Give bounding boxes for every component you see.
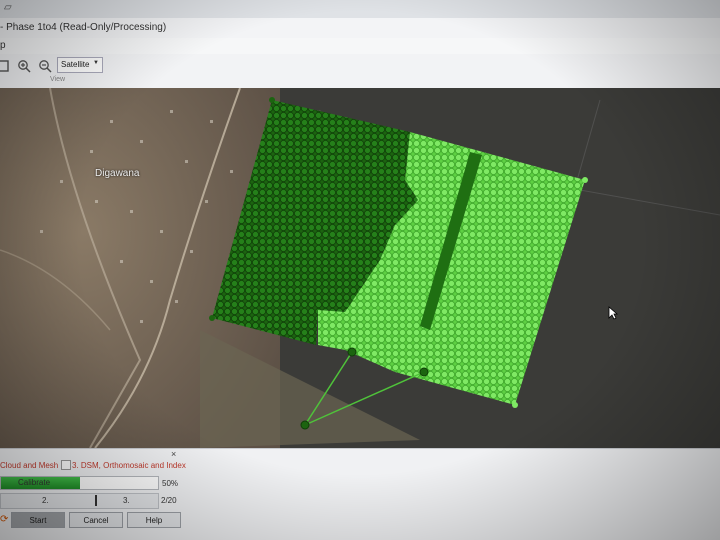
map-type-select[interactable]: Satellite ▼	[57, 57, 103, 73]
toolbar-square-icon[interactable]	[0, 57, 12, 75]
substep-count: 2/20	[161, 496, 177, 505]
substep-indicator: 2. 3.	[0, 493, 159, 509]
close-icon[interactable]: ×	[171, 449, 176, 459]
progress-bar: Calibrate	[0, 476, 159, 490]
window-title: - Phase 1to4 (Read-Only/Processing)	[0, 22, 167, 33]
progress-label: Calibrate	[18, 478, 51, 487]
step3-label: 3. DSM, Orthomosaic and Index	[72, 461, 186, 470]
map-view[interactable]	[0, 88, 720, 448]
chevron-down-icon: ▼	[93, 60, 99, 66]
pix4d-window: ▱ - Phase 1to4 (Read-Only/Processing) p …	[0, 0, 720, 540]
substep-divider	[95, 495, 97, 506]
substep-3: 3.	[123, 496, 130, 505]
zoom-in-icon[interactable]	[15, 57, 33, 75]
toolbar	[0, 54, 720, 89]
step3-checkbox[interactable]	[61, 460, 71, 470]
menu-item-help[interactable]: p	[0, 40, 6, 51]
app-icon: ▱	[4, 2, 12, 13]
start-button[interactable]: Start	[11, 512, 65, 528]
menu-bar: p	[0, 38, 720, 54]
help-button[interactable]: Help	[127, 512, 181, 528]
map-place-label: Digawana	[95, 168, 140, 179]
zoom-out-icon[interactable]	[36, 57, 54, 75]
mouse-cursor-icon	[608, 306, 618, 320]
substep-2: 2.	[42, 496, 49, 505]
toolbar-group-caption: View	[50, 76, 66, 83]
refresh-icon[interactable]: ⟳	[0, 514, 8, 525]
map-type-value: Satellite	[61, 60, 90, 69]
os-topbar: ▱	[0, 0, 720, 19]
step1-label: Cloud and Mesh	[0, 461, 59, 470]
satellite-map	[0, 88, 720, 448]
cancel-button[interactable]: Cancel	[69, 512, 123, 528]
progress-percent: 50%	[162, 479, 179, 488]
title-bar: - Phase 1to4 (Read-Only/Processing)	[0, 18, 720, 39]
